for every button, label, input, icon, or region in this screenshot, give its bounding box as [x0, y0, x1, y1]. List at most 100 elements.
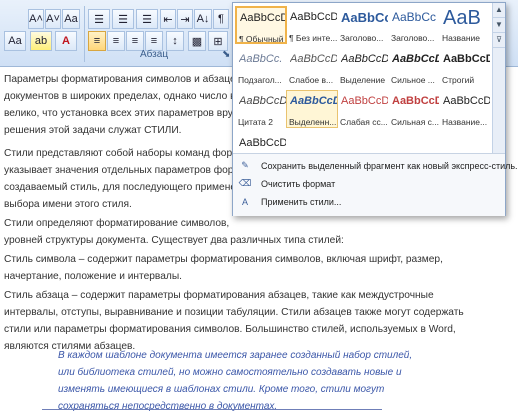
change-case-button[interactable]: Aa	[62, 9, 80, 29]
style-tile[interactable]: AaBbCcDc Цитата 2	[235, 90, 287, 128]
align-center-button[interactable]: ≡	[107, 31, 125, 51]
doc-line: выбора имени этого стиля.	[4, 199, 132, 210]
style-name: ¶ Обычный	[239, 34, 284, 44]
paragraph-dialog-launcher-icon[interactable]: ⬊	[222, 49, 230, 60]
style-tile[interactable]: AaBbCcDc Слабое в...	[286, 48, 338, 86]
style-tile[interactable]: AaBbCcDc ¶ Без инте...	[286, 6, 338, 44]
style-preview: AaBbCcDc	[290, 95, 337, 107]
shrink-font-button[interactable]: A˅	[45, 9, 61, 29]
clear-format-menu-item[interactable]: ⌫ Очистить формат	[238, 176, 336, 191]
doc-line: Стиль символа – содержит параметры форма…	[4, 254, 443, 265]
style-tile[interactable]: AaBbCc Заголово...	[388, 6, 440, 44]
style-tile[interactable]: AaBbCcDc Строгий	[439, 48, 491, 86]
style-tile[interactable]: AaBbCcDc Выделение	[337, 48, 389, 86]
clear-formatting-button[interactable]: Аа	[4, 31, 26, 51]
quote-line: В каждом шаблоне документа имеется заран…	[58, 350, 413, 361]
align-right-button[interactable]: ≡	[126, 31, 144, 51]
menu-item-label: Очистить формат	[261, 178, 336, 189]
style-name: Заголово...	[391, 33, 435, 43]
style-preview: AaBbCcDc	[443, 95, 491, 107]
style-tile[interactable]: AaBbCcDc Название...	[439, 90, 491, 128]
style-tile[interactable]: AaBbCcDc ¶ Обычный	[235, 6, 287, 44]
bullets-button[interactable]: ☰	[88, 9, 110, 29]
doc-line: Параметры форматирования символов и абза…	[4, 74, 232, 85]
style-name: Строгий	[442, 75, 475, 85]
sort-button[interactable]: A↓	[194, 9, 212, 29]
doc-line: Стиль абзаца – содержит параметры формат…	[4, 290, 434, 301]
numbering-button[interactable]: ☰	[112, 9, 134, 29]
style-name: Слабая сс...	[340, 117, 388, 127]
gallery-menu: ✎ Сохранить выделенный фрагмент как новы…	[233, 153, 518, 216]
doc-line: решения этой задачи служат СТИЛИ.	[4, 125, 182, 136]
style-name: Название	[442, 33, 480, 43]
borders-icon[interactable]: ⊞	[208, 31, 228, 51]
increase-indent-button[interactable]: ⇥	[177, 9, 193, 29]
doc-line: Стили представляют собой наборы команд ф…	[4, 148, 232, 159]
style-name: Слабое в...	[289, 75, 334, 85]
justify-button[interactable]: ≡	[145, 31, 163, 51]
style-tile[interactable]: AaBbCc Заголово...	[337, 6, 389, 44]
doc-line: стили или параметры форматирования симво…	[4, 324, 456, 335]
style-preview: AaBbCcDc	[392, 53, 439, 65]
doc-line: Стили определяют форматирование символов…	[4, 218, 232, 229]
style-preview: AaBbCcDc	[240, 12, 285, 24]
style-tile[interactable]: AaBbCcDc Сильная с...	[388, 90, 440, 128]
style-tile[interactable]: AaBbCcDc Выделенн...	[286, 90, 338, 128]
multilevel-list-button[interactable]: ☰	[136, 9, 158, 29]
style-preview: AaBbCc.	[239, 53, 283, 65]
doc-line: велико, что установка всех этих параметр…	[4, 108, 232, 119]
scroll-down-icon[interactable]: ▼	[493, 18, 505, 33]
line-spacing-button[interactable]: ↕	[166, 31, 184, 51]
doc-line: указывает значения отдельных параметров …	[4, 165, 232, 176]
menu-item-label: Сохранить выделенный фрагмент как новый …	[261, 160, 518, 171]
decrease-indent-button[interactable]: ⇤	[160, 9, 176, 29]
style-tile[interactable]: AaBbCcDc Слабая сс...	[337, 90, 389, 128]
style-preview: AaBbCcDc	[290, 11, 338, 23]
menu-item-label: Применить стили...	[261, 196, 342, 207]
quote-bottom-rule	[42, 409, 382, 410]
style-name: ¶ Без инте...	[289, 33, 338, 43]
doc-line: интервалы, отступы, выравнивание и позиц…	[4, 307, 464, 318]
apply-styles-menu-item[interactable]: A Применить стили...	[239, 194, 341, 209]
style-name: Сильная с...	[391, 117, 439, 127]
gallery-scrollbar[interactable]: ▲ ▼ ⊽	[492, 3, 505, 153]
style-name: Сильное ...	[391, 75, 435, 85]
style-preview: AaBbCcDc	[239, 95, 287, 107]
style-preview: AaBbCcDc	[341, 95, 389, 107]
style-preview: AaBbCc	[392, 10, 437, 24]
quick-styles-gallery: AaBbCcDc¶ ОбычныйAaBbCcDc¶ Без инте...Aa…	[232, 2, 518, 216]
doc-line: создаваемый стиль, для последующего прим…	[4, 182, 232, 193]
shading-icon[interactable]: ▩	[188, 31, 206, 51]
doc-line: документов в широких пределах, однако чи…	[4, 91, 232, 102]
style-name: Выделенн...	[289, 117, 337, 127]
style-name: Заголово...	[340, 33, 384, 43]
doc-line: начертание, положение и интервалы.	[4, 271, 182, 282]
style-name: Выделение	[340, 75, 386, 85]
style-preview: AaBbCc	[341, 10, 389, 25]
style-tile[interactable]: AaBbCcDc Сильное ...	[388, 48, 440, 86]
show-marks-button[interactable]: ¶	[213, 9, 229, 29]
grow-font-button[interactable]: A˄	[28, 9, 44, 29]
quote-line: или библиотека стилей, но можно самостоя…	[58, 367, 402, 378]
expand-gallery-icon[interactable]: ⊽	[493, 33, 505, 48]
style-preview: AaBbCcDc	[443, 53, 490, 65]
doc-line: уровней структуры документа. Существует …	[4, 235, 344, 246]
save-style-icon: ✎	[241, 160, 249, 170]
apply-styles-icon: A	[241, 196, 248, 207]
font-color-button[interactable]: A	[55, 31, 77, 51]
quote-line: изменять имеющиеся в шаблонах стили. Кро…	[58, 384, 385, 395]
align-left-button[interactable]: ≡	[88, 31, 106, 51]
quote-line: сохраняться непосредственно в документах…	[58, 401, 278, 412]
style-preview: AaBbCcDc	[290, 53, 338, 65]
style-preview: AaBbCcDc	[392, 95, 439, 107]
style-tile[interactable]: AaBbCc. Подзагол...	[235, 48, 287, 86]
save-selection-as-style-menu-item[interactable]: ✎ Сохранить выделенный фрагмент как новы…	[239, 158, 518, 173]
paragraph-group-label: Абзац	[140, 49, 169, 60]
style-tile[interactable]: AaB Название	[439, 6, 491, 44]
style-name: Цитата 2	[238, 117, 273, 127]
style-preview: AaBbCcDc	[239, 137, 287, 149]
scroll-up-icon[interactable]: ▲	[493, 3, 505, 18]
style-name: Подзагол...	[238, 75, 282, 85]
highlight-button[interactable]: ab	[30, 31, 52, 51]
clear-format-icon: ⌫	[238, 178, 252, 188]
